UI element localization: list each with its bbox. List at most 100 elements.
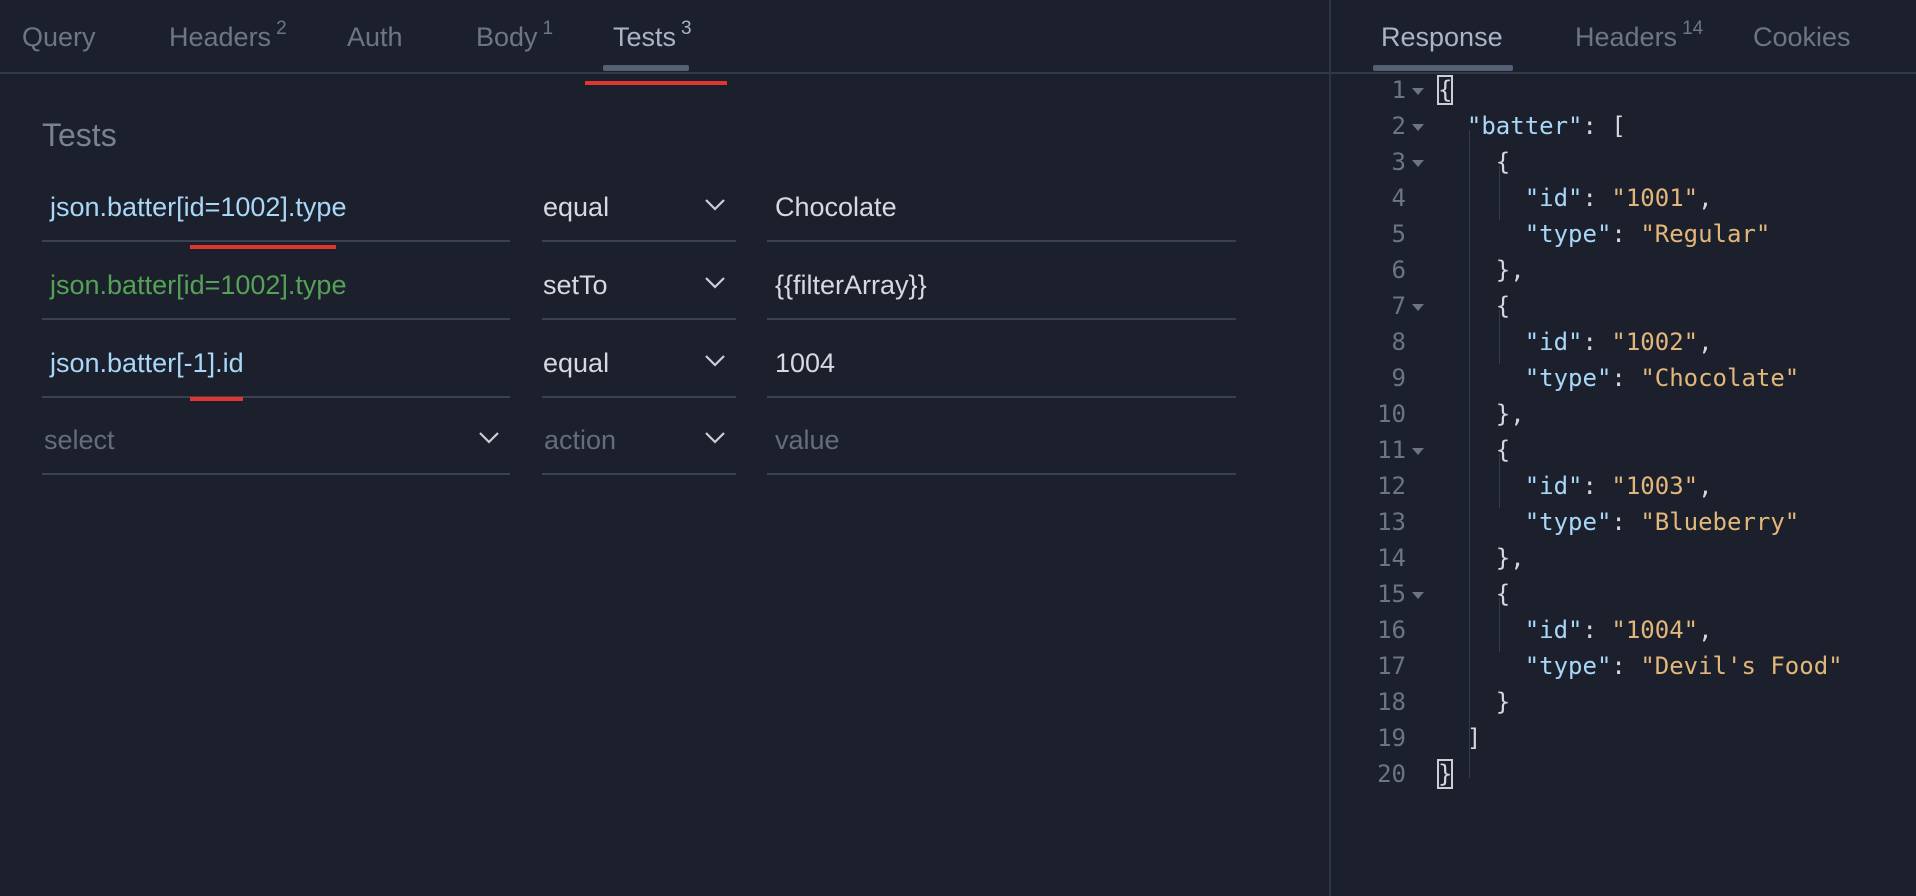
code-line: 5 "type": "Regular" — [1331, 220, 1916, 256]
tab-auth-label: Auth — [347, 22, 403, 52]
new-test-action-select[interactable]: action — [542, 413, 736, 475]
code-line: 6 }, — [1331, 256, 1916, 292]
active-tab-indicator — [1373, 65, 1513, 71]
code-text: }, — [1438, 544, 1525, 572]
code-text: "type": "Devil's Food" — [1524, 652, 1843, 680]
line-number: 2 — [1391, 112, 1406, 140]
fold-arrow-icon[interactable] — [1412, 304, 1424, 311]
line-number: 18 — [1377, 688, 1406, 716]
chevron-down-icon — [705, 277, 725, 289]
code-line: 12 "id": "1003", — [1331, 472, 1916, 508]
chevron-down-icon — [705, 355, 725, 367]
code-line: 7 { — [1331, 292, 1916, 328]
tab-auth[interactable]: Auth — [347, 22, 403, 53]
line-number: 4 — [1391, 184, 1406, 212]
code-text: { — [1438, 580, 1511, 608]
annotation-underline-tab — [585, 81, 727, 85]
code-line: 15 { — [1331, 580, 1916, 616]
test-action-value: equal — [543, 192, 610, 222]
test-value-field[interactable]: Chocolate — [767, 180, 1236, 242]
active-tab-indicator — [603, 65, 689, 71]
code-line: 14 }, — [1331, 544, 1916, 580]
fold-arrow-icon[interactable] — [1412, 448, 1424, 455]
test-query-text: json.batter[id=1002].type — [50, 192, 347, 222]
tab-body-count: 1 — [542, 18, 554, 39]
line-number: 11 — [1377, 436, 1406, 464]
test-value-field[interactable]: 1004 — [767, 336, 1236, 398]
code-text: "id": "1002", — [1524, 328, 1713, 356]
code-text: { — [1438, 292, 1511, 320]
request-tabbar: Query Headers 2 Auth Body 1 Tests 3 — [0, 0, 1329, 74]
code-line: 10 }, — [1331, 400, 1916, 436]
code-line: 8 "id": "1002", — [1331, 328, 1916, 364]
tab-query[interactable]: Query — [22, 22, 96, 53]
line-number: 6 — [1391, 256, 1406, 284]
code-text: "batter": [ — [1466, 112, 1626, 140]
code-text: "id": "1001", — [1524, 184, 1713, 212]
code-text: "type": "Regular" — [1524, 220, 1771, 248]
code-line: 3 { — [1331, 148, 1916, 184]
tab-body[interactable]: Body 1 — [476, 18, 553, 53]
code-text: "id": "1004", — [1524, 616, 1713, 644]
tab-response-label: Response — [1381, 22, 1503, 52]
chevron-down-icon — [705, 199, 725, 211]
line-number: 5 — [1391, 220, 1406, 248]
annotation-underline-filter — [190, 245, 336, 249]
fold-arrow-icon[interactable] — [1412, 88, 1424, 95]
line-number: 3 — [1391, 148, 1406, 176]
test-value-field[interactable]: {{filterArray}} — [767, 258, 1236, 320]
test-action-select[interactable]: equal — [542, 180, 736, 242]
tab-body-label: Body — [476, 22, 538, 52]
fold-arrow-icon[interactable] — [1412, 592, 1424, 599]
line-number: 10 — [1377, 400, 1406, 428]
line-number: 16 — [1377, 616, 1406, 644]
test-query-text: json.batter[-1].id — [50, 348, 244, 378]
tab-tests-count: 3 — [681, 18, 692, 39]
line-number: 1 — [1391, 76, 1406, 104]
code-text: { — [1438, 148, 1511, 176]
code-line: 17 "type": "Devil's Food" — [1331, 652, 1916, 688]
test-value-text: Chocolate — [775, 192, 897, 222]
code-text: { — [1436, 75, 1454, 105]
test-action-value: setTo — [543, 270, 608, 300]
tab-response-headers[interactable]: Headers 14 — [1575, 18, 1703, 53]
line-number: 8 — [1391, 328, 1406, 356]
code-line: 4 "id": "1001", — [1331, 184, 1916, 220]
code-text: "type": "Chocolate" — [1524, 364, 1800, 392]
new-test-value-field[interactable]: value — [767, 413, 1236, 475]
test-action-select[interactable]: equal — [542, 336, 736, 398]
test-action-select[interactable]: setTo — [542, 258, 736, 320]
code-line: 20} — [1331, 759, 1916, 796]
test-query-field[interactable]: json.batter[-1].id — [42, 336, 510, 398]
code-line: 16 "id": "1004", — [1331, 616, 1916, 652]
tab-tests[interactable]: Tests 3 — [613, 18, 692, 53]
tab-response-headers-label: Headers — [1575, 22, 1678, 52]
code-text: { — [1438, 436, 1511, 464]
tab-headers-count: 2 — [276, 18, 287, 39]
test-value-text: 1004 — [775, 348, 836, 378]
line-number: 14 — [1377, 544, 1406, 572]
code-text: } — [1438, 688, 1511, 716]
response-tabbar: Response Headers 14 Cookies — [1331, 0, 1916, 74]
tab-headers[interactable]: Headers 2 — [169, 18, 287, 53]
test-query-field[interactable]: json.batter[id=1002].type — [42, 258, 510, 320]
tab-tests-label: Tests — [613, 22, 677, 52]
fold-arrow-icon[interactable] — [1412, 124, 1424, 131]
code-line: 1{ — [1331, 75, 1916, 112]
test-query-field[interactable]: json.batter[id=1002].type — [42, 180, 510, 242]
test-value-text: {{filterArray}} — [775, 270, 927, 300]
tab-cookies-label: Cookies — [1753, 22, 1851, 52]
fold-arrow-icon[interactable] — [1412, 160, 1424, 167]
code-text: } — [1436, 759, 1454, 789]
line-number: 13 — [1377, 508, 1406, 536]
code-text: "id": "1003", — [1524, 472, 1713, 500]
value-placeholder: value — [775, 425, 840, 455]
action-placeholder: action — [544, 425, 617, 455]
test-action-value: equal — [543, 348, 610, 378]
tab-response[interactable]: Response — [1381, 22, 1503, 53]
new-test-select[interactable]: select — [42, 413, 510, 475]
code-line: 19 ] — [1331, 724, 1916, 760]
tab-cookies[interactable]: Cookies — [1753, 22, 1851, 53]
chevron-down-icon — [479, 432, 499, 444]
tab-headers-label: Headers — [169, 22, 272, 52]
